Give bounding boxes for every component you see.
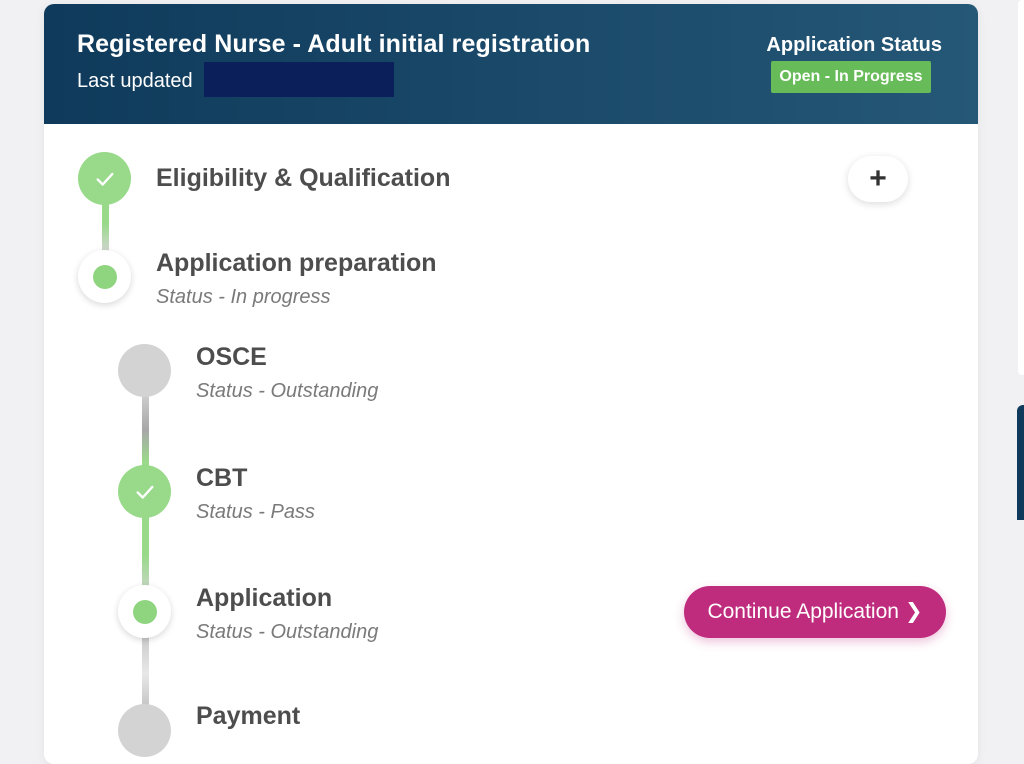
step-active-node	[118, 585, 171, 638]
check-icon	[135, 485, 154, 499]
timeline-connector	[102, 198, 109, 254]
step-status-application-preparation: Status - In progress	[156, 286, 331, 308]
step-title-application-preparation: Application preparation	[156, 249, 437, 277]
step-title-cbt: CBT	[196, 464, 248, 492]
timeline-connector	[142, 634, 149, 714]
last-updated-label: Last updated	[77, 70, 193, 92]
continue-application-label: Continue Application	[707, 600, 899, 623]
status-badge: Open - In Progress	[771, 61, 931, 93]
background-panel-edge	[1018, 0, 1024, 375]
chevron-right-icon: ❯	[904, 600, 923, 623]
application-card: Registered Nurse - Adult initial registr…	[44, 4, 978, 764]
step-status-osce: Status - Outstanding	[196, 380, 379, 402]
step-pending-node	[118, 344, 171, 397]
step-complete-node	[118, 465, 171, 518]
step-active-node	[78, 250, 131, 303]
step-complete-node	[78, 152, 131, 205]
expand-button[interactable]: +	[848, 156, 908, 202]
step-status-application: Status - Outstanding	[196, 621, 379, 643]
redacted-date	[204, 62, 394, 97]
check-icon	[95, 172, 114, 186]
step-title-osce: OSCE	[196, 343, 267, 371]
application-header: Registered Nurse - Adult initial registr…	[44, 4, 978, 124]
application-title: Registered Nurse - Adult initial registr…	[77, 30, 591, 58]
step-title-payment: Payment	[196, 702, 301, 730]
step-status-cbt: Status - Pass	[196, 501, 315, 523]
step-title-application: Application	[196, 584, 333, 612]
continue-application-button[interactable]: Continue Application ❯	[684, 586, 946, 638]
step-pending-node	[118, 704, 171, 757]
background-panel-edge-dark	[1017, 405, 1024, 520]
step-title-eligibility: Eligibility & Qualification	[156, 164, 451, 192]
application-status-label: Application Status	[766, 34, 942, 56]
